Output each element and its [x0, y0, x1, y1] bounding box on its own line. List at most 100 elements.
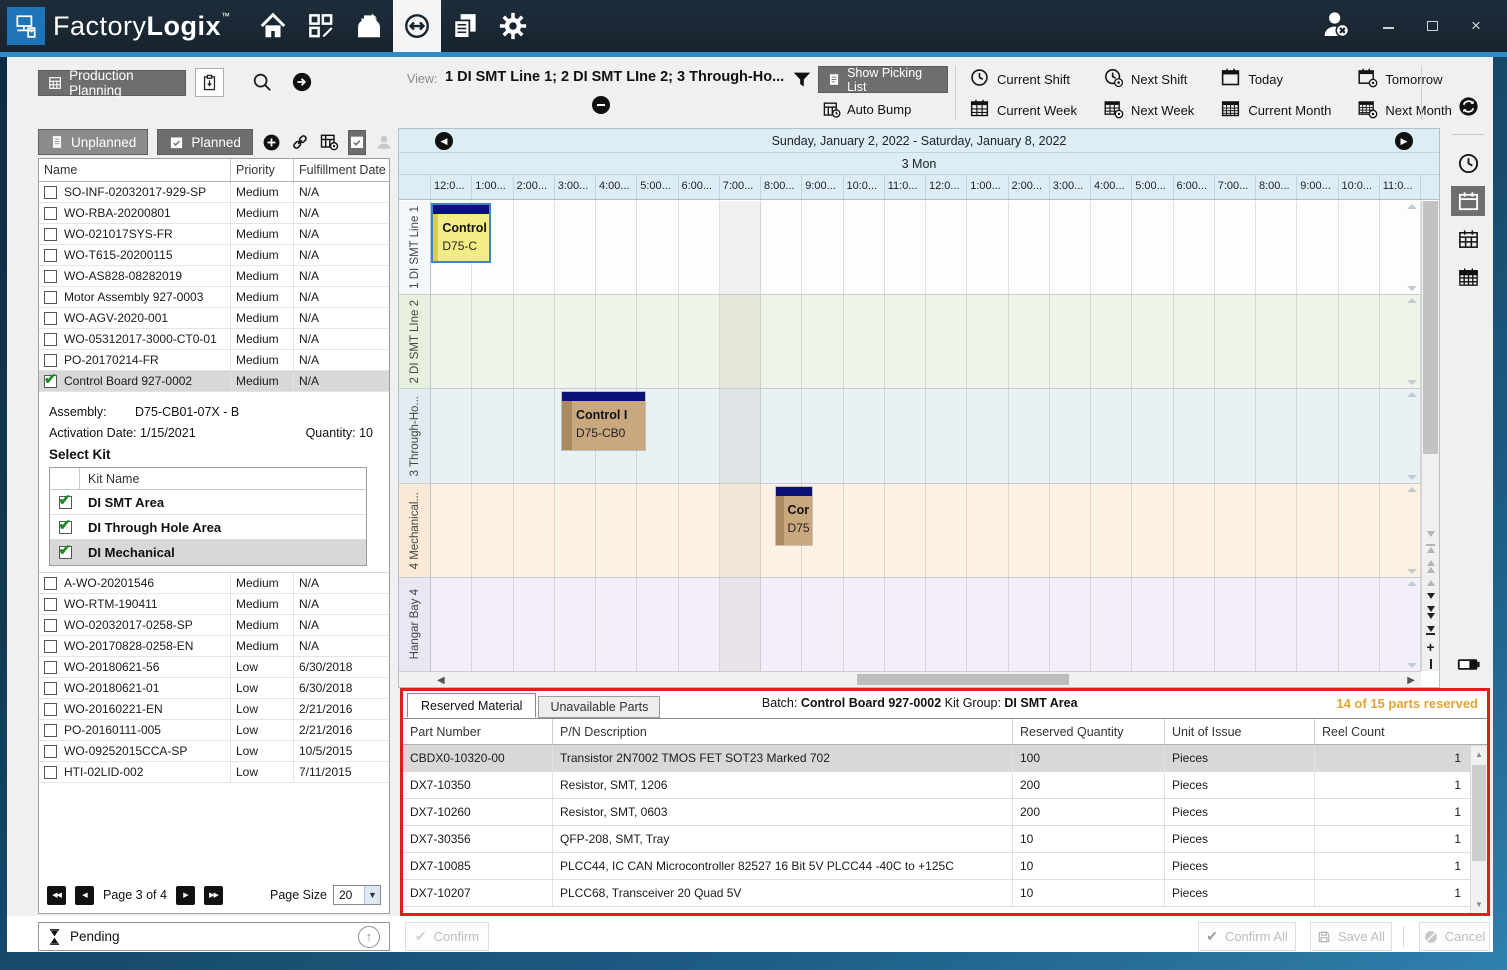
row-scroll-down-icon[interactable] — [1407, 569, 1417, 574]
row-scroll-up-icon[interactable] — [1407, 298, 1417, 303]
row-scroll-down-icon[interactable] — [1407, 475, 1417, 480]
row-scroll-up-icon[interactable] — [1407, 204, 1417, 209]
work-order-row[interactable]: PO-20170214-FRMediumN/A — [39, 350, 389, 371]
scrollbar-thumb[interactable] — [1423, 201, 1438, 454]
work-order-checkbox[interactable] — [44, 640, 57, 653]
first-page-button[interactable]: ◀◀ — [47, 886, 66, 905]
search-icon[interactable] — [251, 71, 273, 93]
gantt-row-lane[interactable]: CorD75 — [431, 484, 1421, 577]
zoom-in-icon[interactable]: + — [1426, 642, 1434, 652]
settings-icon[interactable] — [489, 0, 537, 52]
gantt-row-header[interactable]: 3 Through-Ho... — [399, 389, 431, 482]
next-month-button[interactable]: Next Month — [1357, 98, 1451, 122]
link-icon[interactable] — [290, 131, 310, 153]
current-month-button[interactable]: Current Month — [1220, 98, 1331, 122]
collapse-up-icon[interactable]: ↑ — [358, 926, 380, 948]
gantt-row-header[interactable]: 1 DI SMT Line 1 — [399, 201, 431, 294]
maximize-button[interactable] — [1423, 16, 1441, 36]
work-order-row[interactable]: WO-20160221-ENLow2/21/2016 — [39, 699, 389, 720]
schedule-selected-button[interactable] — [348, 130, 366, 155]
scrollbar-thumb[interactable] — [857, 674, 1069, 685]
last-page-button[interactable]: ▶▶ — [204, 886, 223, 905]
scroll-down-icon[interactable] — [1427, 531, 1435, 537]
planning-icon[interactable] — [297, 0, 345, 52]
work-order-row[interactable]: WO-021017SYS-FRMediumN/A — [39, 224, 389, 245]
scrollbar-thumb[interactable] — [1472, 765, 1486, 861]
work-order-row[interactable]: Control Board 927-0002MediumN/A — [39, 371, 389, 392]
part-row[interactable]: CBDX0-10320-00Transistor 2N7002 TMOS FET… — [403, 745, 1487, 772]
auto-bump-button[interactable]: Auto Bump — [822, 97, 911, 121]
fit-icon[interactable] — [1430, 659, 1432, 669]
work-order-row[interactable]: WO-20180621-56Low6/30/2018 — [39, 657, 389, 678]
work-order-checkbox[interactable] — [44, 745, 57, 758]
row-scroll-down-icon[interactable] — [1407, 663, 1417, 668]
parts-scrollbar[interactable]: ▲ ▼ — [1470, 746, 1487, 913]
part-row[interactable]: DX7-30356QFP-208, SMT, Tray10Pieces1 — [403, 826, 1487, 853]
work-order-checkbox[interactable] — [44, 766, 57, 779]
work-order-checkbox[interactable] — [44, 312, 57, 325]
column-header-fulfillment-date[interactable]: Fulfillment Date — [294, 159, 389, 181]
work-order-row[interactable]: WO-02032017-0258-SPMediumN/A — [39, 615, 389, 636]
work-order-checkbox[interactable] — [44, 228, 57, 241]
work-order-checkbox[interactable] — [44, 207, 57, 220]
work-order-checkbox[interactable] — [44, 291, 57, 304]
work-order-row[interactable]: WO-05312017-3000-CT0-01MediumN/A — [39, 329, 389, 350]
gantt-horizontal-scrollbar[interactable]: ◀ ▶ — [399, 671, 1421, 687]
production-planning-button[interactable]: Production Planning — [38, 70, 186, 96]
kit-row[interactable]: DI Through Hole Area — [50, 515, 366, 540]
confirm-button[interactable]: ✔ Confirm — [405, 922, 489, 951]
scroll-right-icon[interactable]: ▶ — [1407, 675, 1415, 686]
previous-page-button[interactable]: ◀ — [75, 886, 94, 905]
next-shift-button[interactable]: Next Shift — [1103, 67, 1194, 91]
kit-name-column-header[interactable]: Kit Name — [80, 472, 139, 486]
next-week-button[interactable]: Next Week — [1103, 98, 1194, 122]
work-order-checkbox[interactable] — [44, 619, 57, 632]
save-all-button[interactable]: Save All — [1310, 922, 1392, 951]
column-header-reel-count[interactable]: Reel Count — [1315, 719, 1470, 744]
next-week-icon[interactable]: ▶ — [1395, 132, 1413, 150]
row-scroll-up-icon[interactable] — [1407, 392, 1417, 397]
tomorrow-button[interactable]: Tomorrow — [1357, 67, 1451, 91]
clipboard-button[interactable] — [195, 68, 224, 97]
work-order-row[interactable]: WO-20170828-0258-ENMediumN/A — [39, 636, 389, 657]
work-order-row[interactable]: WO-T615-20200115MediumN/A — [39, 245, 389, 266]
work-order-row[interactable]: WO-AS828-08282019MediumN/A — [39, 266, 389, 287]
user-logged-out-icon[interactable] — [1319, 8, 1353, 45]
table-settings-icon[interactable] — [319, 131, 339, 153]
work-order-row[interactable]: WO-RTM-190411MediumN/A — [39, 594, 389, 615]
part-row[interactable]: DX7-10085PLCC44, IC CAN Microcontroller … — [403, 853, 1487, 880]
week-view-icon[interactable] — [1451, 224, 1485, 254]
column-header-description[interactable]: P/N Description — [553, 719, 1013, 744]
work-order-checkbox[interactable] — [44, 186, 57, 199]
column-header-part-number[interactable]: Part Number — [403, 719, 553, 744]
day-view-icon[interactable] — [1451, 186, 1485, 216]
kit-row[interactable]: DI SMT Area — [50, 490, 366, 515]
gantt-row-lane[interactable] — [431, 295, 1421, 388]
work-order-checkbox[interactable] — [44, 703, 57, 716]
today-button[interactable]: Today — [1220, 67, 1331, 91]
gantt-task[interactable]: ControlD75-C — [431, 203, 491, 263]
gantt-task[interactable]: CorD75 — [775, 486, 812, 546]
current-week-button[interactable]: Current Week — [969, 98, 1077, 122]
reports-icon[interactable] — [441, 0, 489, 52]
work-order-checkbox[interactable] — [44, 375, 57, 388]
work-order-row[interactable]: PO-20160111-005Low2/21/2016 — [39, 720, 389, 741]
column-header-name[interactable]: Name — [39, 159, 231, 181]
kit-row[interactable]: DI Mechanical — [50, 540, 366, 565]
timeline-bar-icon[interactable] — [1451, 649, 1485, 679]
current-shift-button[interactable]: Current Shift — [969, 67, 1077, 91]
gantt-row-header[interactable]: 2 DI SMT LIne 2 — [399, 295, 431, 388]
column-header-priority[interactable]: Priority — [231, 159, 294, 181]
work-order-row[interactable]: A-WO-20201546MediumN/A — [39, 573, 389, 594]
gantt-row-lane[interactable] — [431, 578, 1421, 671]
gantt-vertical-scrollbar[interactable]: + — [1421, 201, 1439, 671]
kit-checkbox[interactable] — [59, 546, 72, 559]
row-scroll-down-icon[interactable] — [1407, 380, 1417, 385]
gantt-row-header[interactable]: Hangar Bay 4 — [399, 578, 431, 671]
close-button[interactable]: × — [1467, 16, 1485, 36]
tab-reserved-material[interactable]: Reserved Material — [407, 693, 536, 718]
kit-checkbox[interactable] — [59, 521, 72, 534]
scroll-bottom-icon[interactable] — [1426, 626, 1435, 635]
row-scroll-down-icon[interactable] — [1407, 286, 1417, 291]
gantt-row-header[interactable]: 4 Mechanical... — [399, 484, 431, 577]
